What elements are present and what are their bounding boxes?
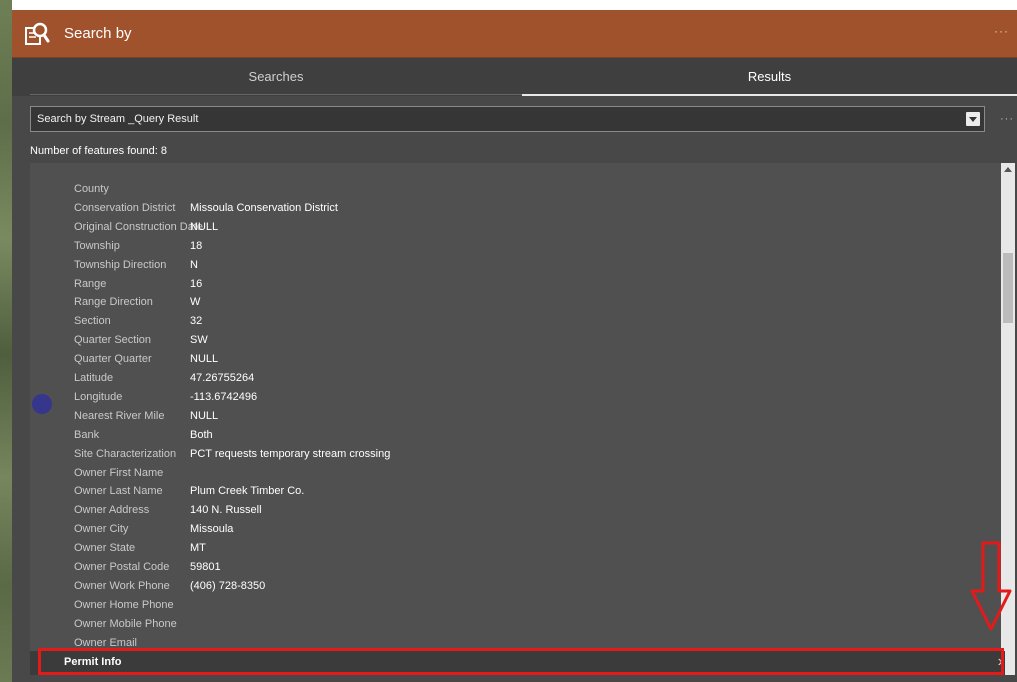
attribute-value: NULL bbox=[190, 353, 219, 366]
header-more-button[interactable]: ··· bbox=[994, 24, 1009, 38]
attribute-label: Owner Address bbox=[74, 504, 150, 517]
attribute-value: Plum Creek Timber Co. bbox=[190, 485, 305, 498]
panel-title: Search by bbox=[64, 25, 132, 42]
attribute-value: 18 bbox=[190, 239, 203, 252]
attribute-row: Original Construction Date NULL bbox=[30, 218, 990, 236]
attribute-row: Owner First Name bbox=[30, 464, 990, 482]
location-marker bbox=[32, 394, 52, 414]
attribute-value: 16 bbox=[190, 277, 203, 290]
attribute-row: Owner Last Name Plum Creek Timber Co. bbox=[30, 482, 990, 500]
scroll-thumb[interactable] bbox=[1003, 253, 1013, 323]
attribute-row: Owner Work Phone (406) 728-8350 bbox=[30, 577, 990, 595]
attribute-row: Nearest River Mile NULL bbox=[30, 407, 990, 425]
attribute-value: Both bbox=[190, 428, 213, 441]
scroll-up-icon[interactable] bbox=[1004, 167, 1012, 172]
attribute-label: Owner Mobile Phone bbox=[74, 617, 177, 630]
attribute-label: Owner First Name bbox=[74, 466, 164, 479]
results-list: County Conservation District Missoula Cons… bbox=[30, 163, 1005, 675]
attribute-value: N bbox=[190, 258, 198, 271]
attribute-row: Township Direction N bbox=[30, 256, 990, 274]
attribute-row: Site Characterization PCT requests tempor… bbox=[30, 445, 990, 463]
attribute-label: Site Characterization bbox=[74, 447, 177, 460]
tab-results[interactable]: Results bbox=[522, 58, 1017, 96]
attribute-row: County bbox=[30, 180, 990, 198]
attribute-value: SW bbox=[190, 334, 208, 347]
attribute-value: W bbox=[190, 296, 201, 309]
caret-down-icon[interactable] bbox=[966, 112, 980, 126]
panel-header: Search by ··· bbox=[12, 10, 1017, 58]
attribute-row: Owner State MT bbox=[30, 539, 990, 557]
attribute-row: Township 18 bbox=[30, 237, 990, 255]
attribute-row: Owner Home Phone bbox=[30, 596, 990, 614]
search-document-icon bbox=[25, 22, 50, 45]
attribute-value: (406) 728-8350 bbox=[190, 579, 266, 592]
attribute-value: Missoula Conservation District bbox=[190, 201, 338, 214]
attribute-value: NULL bbox=[190, 409, 219, 422]
attribute-label: Latitude bbox=[74, 372, 114, 384]
attribute-label: Original Construction Date bbox=[74, 220, 204, 233]
attribute-label: Quarter Section bbox=[74, 334, 152, 347]
attribute-label: County bbox=[74, 183, 109, 195]
attribute-label: Conservation District bbox=[74, 201, 176, 214]
attribute-value: -113.6742496 bbox=[190, 390, 258, 403]
search-select[interactable]: Search by Stream _Query Result bbox=[30, 106, 985, 132]
attribute-label: Owner City bbox=[74, 523, 129, 536]
attribute-label: Longitude bbox=[74, 390, 123, 403]
attribute-row: Owner Address 140 N. Russell bbox=[30, 501, 990, 519]
search-select-value: Search by Stream _Query Result bbox=[37, 113, 199, 125]
attribute-label: Township Direction bbox=[74, 258, 167, 271]
attribute-row: Owner Postal Code 59801 bbox=[30, 558, 990, 576]
attribute-label: Owner Work Phone bbox=[74, 579, 170, 592]
attribute-label: Owner Postal Code bbox=[74, 561, 170, 573]
attribute-row: Longitude -113.6742496 bbox=[30, 388, 990, 406]
attribute-row: Quarter Section SW bbox=[30, 331, 990, 349]
tab-bar: Searches Results bbox=[12, 58, 1017, 96]
attribute-label: Quarter Quarter bbox=[74, 353, 152, 366]
attribute-label: Nearest River Mile bbox=[74, 409, 165, 422]
attribute-value: 140 N. Russell bbox=[190, 504, 262, 517]
attribute-value: 32 bbox=[190, 315, 203, 328]
map-background bbox=[0, 0, 12, 682]
down-arrow-icon bbox=[970, 541, 1012, 631]
attribute-value: 47.26755264 bbox=[190, 372, 255, 384]
attribute-label: Owner Last Name bbox=[74, 485, 163, 498]
tab-searches[interactable]: Searches bbox=[30, 58, 522, 95]
attribute-label: Range Direction bbox=[74, 296, 153, 309]
highlight-box bbox=[38, 648, 1004, 675]
attribute-value: NULL bbox=[190, 220, 219, 233]
attribute-label: Owner State bbox=[74, 542, 136, 555]
attribute-row: Bank Both bbox=[30, 426, 990, 444]
attribute-label: Range bbox=[74, 277, 107, 290]
feature-count: Number of features found: 8 bbox=[30, 145, 167, 157]
attribute-row: Owner Mobile Phone bbox=[30, 615, 990, 633]
attribute-row: Section 32 bbox=[30, 312, 990, 330]
attribute-row: Latitude 47.26755264 bbox=[30, 369, 990, 387]
attribute-label: Owner Home Phone bbox=[74, 598, 174, 611]
attribute-label: Owner Email bbox=[74, 636, 137, 649]
search-panel: Search by ··· Searches Results Search by… bbox=[12, 10, 1017, 682]
attribute-value: MT bbox=[190, 542, 206, 555]
attribute-value: 59801 bbox=[190, 561, 221, 573]
attribute-label: Bank bbox=[74, 428, 100, 441]
attribute-value: Missoula bbox=[190, 523, 234, 536]
attribute-row: Owner City Missoula bbox=[30, 520, 990, 538]
attribute-row: Conservation District Missoula Conservati… bbox=[30, 199, 990, 217]
select-more-button[interactable]: ··· bbox=[1000, 113, 1014, 125]
attribute-label: Township bbox=[74, 239, 120, 252]
attribute-label: Section bbox=[74, 315, 111, 328]
attribute-value: PCT requests temporary stream crossing bbox=[190, 447, 391, 460]
attribute-row: Quarter Quarter NULL bbox=[30, 350, 990, 368]
attribute-row: Range 16 bbox=[30, 275, 990, 293]
attribute-row: Range Direction W bbox=[30, 293, 990, 311]
